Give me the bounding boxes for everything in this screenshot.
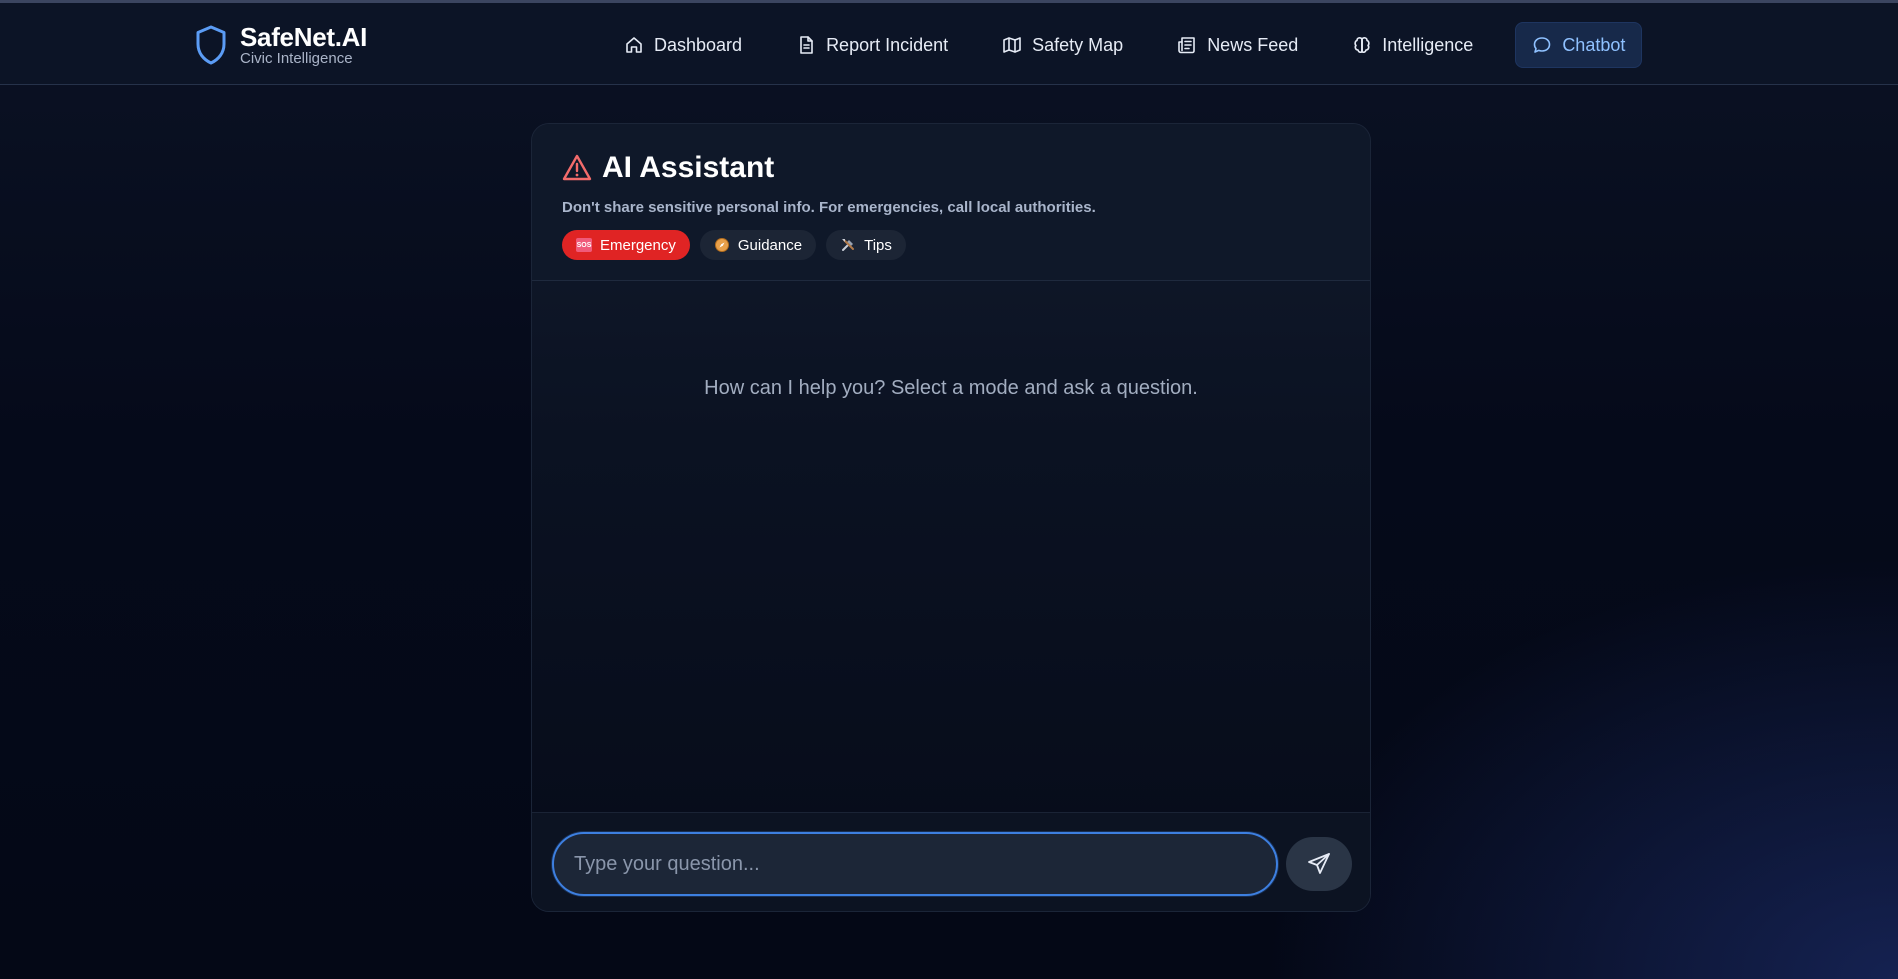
- privacy-disclaimer: Don't share sensitive personal info. For…: [562, 199, 1096, 216]
- nav-item-intelligence[interactable]: Intelligence: [1340, 22, 1485, 68]
- mode-label: Tips: [864, 236, 892, 254]
- mode-selector: SOS Emergency Guidance Tips: [562, 230, 1340, 260]
- mode-emergency-button[interactable]: SOS Emergency: [562, 230, 690, 260]
- top-navbar: SafeNet.AI Civic Intelligence Dashboard …: [0, 3, 1898, 85]
- nav-item-label: Chatbot: [1562, 34, 1626, 55]
- nav-item-dashboard[interactable]: Dashboard: [612, 22, 754, 68]
- tools-icon: [840, 237, 856, 253]
- message-list[interactable]: How can I help you? Select a mode and as…: [532, 281, 1370, 814]
- nav-item-label: News Feed: [1207, 34, 1299, 55]
- send-button[interactable]: [1286, 837, 1352, 891]
- shield-icon: [196, 25, 226, 65]
- brand-tagline: Civic Intelligence: [240, 50, 353, 67]
- home-icon: [626, 37, 642, 53]
- nav-item-label: Intelligence: [1382, 34, 1474, 55]
- document-icon: [800, 36, 813, 54]
- nav-item-report-incident[interactable]: Report Incident: [784, 22, 960, 68]
- nav-item-news-feed[interactable]: News Feed: [1165, 22, 1310, 68]
- mode-label: Emergency: [600, 236, 676, 254]
- question-input[interactable]: [552, 832, 1278, 896]
- warning-triangle-icon: [562, 154, 592, 181]
- chat-bubble-icon: [1534, 37, 1551, 53]
- chat-input-bar: [532, 812, 1370, 911]
- mode-tips-button[interactable]: Tips: [826, 230, 906, 260]
- brand-logo[interactable]: SafeNet.AI Civic Intelligence: [194, 23, 367, 67]
- newspaper-icon: [1178, 37, 1195, 54]
- nav-item-label: Safety Map: [1032, 34, 1124, 55]
- nav-item-chatbot[interactable]: Chatbot: [1515, 22, 1643, 68]
- brand-name: SafeNet.AI: [240, 22, 368, 52]
- nav-item-safety-map[interactable]: Safety Map: [990, 22, 1135, 68]
- brain-icon: [1354, 37, 1370, 54]
- chat-header: AI Assistant Don't share sensitive perso…: [532, 124, 1370, 281]
- compass-icon: [714, 237, 730, 253]
- send-icon: [1308, 853, 1330, 874]
- chat-title: AI Assistant: [602, 151, 775, 184]
- nav-item-label: Dashboard: [654, 34, 743, 55]
- chat-panel: AI Assistant Don't share sensitive perso…: [531, 123, 1371, 912]
- map-icon: [1003, 37, 1021, 53]
- main-nav: Dashboard Report Incident Safety Map New…: [612, 22, 1643, 68]
- mode-guidance-button[interactable]: Guidance: [699, 230, 817, 260]
- empty-state-message: How can I help you? Select a mode and as…: [704, 377, 1198, 399]
- nav-item-label: Report Incident: [826, 34, 949, 55]
- sos-icon: SOS: [576, 238, 592, 252]
- mode-label: Guidance: [737, 236, 803, 254]
